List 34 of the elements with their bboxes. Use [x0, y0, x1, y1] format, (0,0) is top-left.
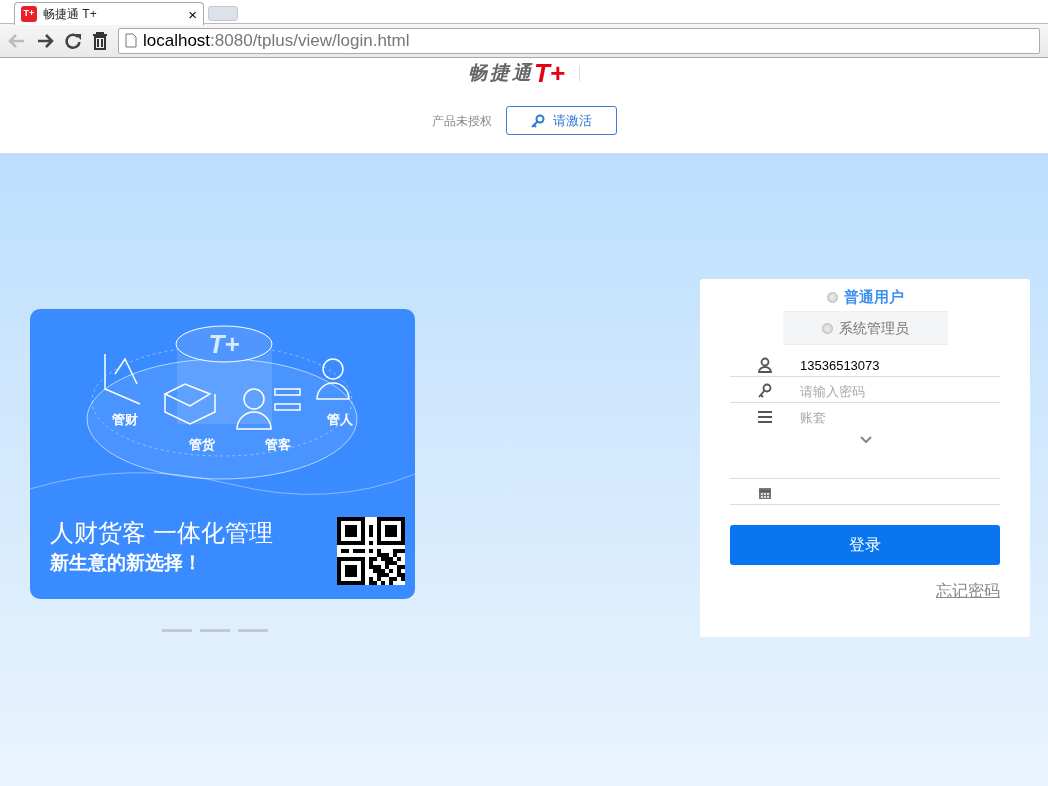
- platform-illustration-drawing: T+ 管财 管货 管客 管人: [30, 309, 415, 509]
- close-tab-button[interactable]: ×: [188, 6, 197, 22]
- logo-mark: T+: [533, 60, 566, 86]
- banner-headline: 人财货客 一体化管理: [50, 518, 273, 548]
- address-bar[interactable]: localhost:8080/tplus/view/login.html: [118, 27, 1040, 54]
- banner-label: 管货: [189, 437, 215, 452]
- banner-label: 管财: [112, 412, 138, 427]
- app-favicon-icon: T+: [21, 6, 37, 22]
- tab-title: 畅捷通 T+: [43, 6, 97, 23]
- banner-label: 管人: [327, 412, 353, 427]
- forgot-password-link[interactable]: 忘记密码: [936, 582, 1000, 599]
- logo-text: 畅捷通: [467, 60, 534, 85]
- account-set-dropdown[interactable]: 账套: [800, 409, 990, 427]
- page-icon: [125, 33, 137, 48]
- forward-button[interactable]: [36, 32, 54, 49]
- reload-button[interactable]: [64, 31, 82, 50]
- username-field[interactable]: 13536513073: [800, 357, 990, 375]
- key-icon: [757, 383, 773, 399]
- user-icon: [757, 357, 773, 373]
- user-type-radio[interactable]: 系统管理员: [782, 311, 948, 345]
- login-button[interactable]: 登录: [730, 525, 1000, 565]
- activate-button[interactable]: 请激活: [505, 106, 617, 135]
- chevron-down-icon[interactable]: [860, 435, 872, 444]
- user-type-radio[interactable]: 普通用户: [820, 283, 910, 311]
- list-icon: [757, 409, 773, 425]
- banner-tagline: 新生意的新选择！: [50, 551, 202, 575]
- trash-icon[interactable]: [92, 31, 108, 50]
- license-status: 产品未授权: [431, 112, 492, 130]
- key-icon: [530, 113, 545, 128]
- calendar-icon: [757, 485, 773, 501]
- banner-label: 管客: [265, 437, 291, 452]
- password-field[interactable]: 请输入密码: [800, 383, 990, 401]
- qr-code: [337, 517, 405, 585]
- browser-tab[interactable]: T+ 畅捷通 T+ ×: [14, 2, 204, 25]
